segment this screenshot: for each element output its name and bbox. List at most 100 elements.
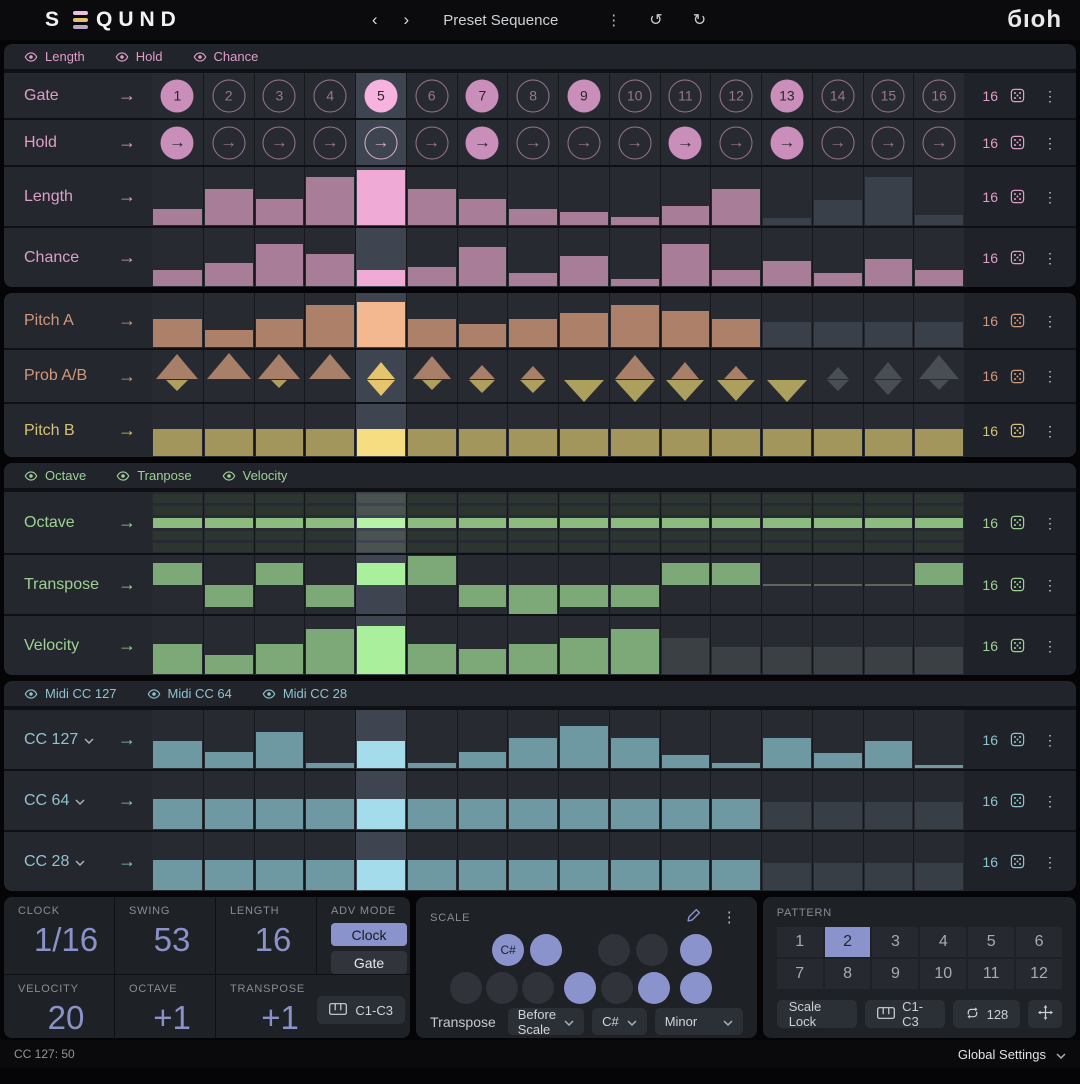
step-cell-pitch-b-4[interactable] (304, 404, 355, 457)
step-cell-chance-4[interactable] (304, 228, 355, 287)
step-cell-prob-ab-11[interactable] (660, 350, 711, 402)
step-cell-velocity-9[interactable] (558, 616, 609, 675)
step-cell-cc-64-16[interactable] (913, 771, 964, 830)
step-cell-hold-14[interactable]: → (812, 120, 863, 165)
step-cell-chance-10[interactable] (609, 228, 660, 287)
step-cell-velocity-13[interactable] (761, 616, 812, 675)
adv-mode-gate-button[interactable]: Gate (331, 951, 407, 974)
step-cell-chance-13[interactable] (761, 228, 812, 287)
step-cell-chance-15[interactable] (863, 228, 914, 287)
step-cell-transpose-12[interactable] (710, 555, 761, 614)
step-cell-cc-127-8[interactable] (507, 710, 558, 769)
step-cell-cc-64-15[interactable] (863, 771, 914, 830)
velocity-value[interactable]: 20 (18, 999, 114, 1037)
step-cell-length-2[interactable] (203, 167, 254, 226)
step-cell-cc-64-6[interactable] (406, 771, 457, 830)
step-cell-octave-4[interactable] (304, 492, 355, 553)
step-cell-transpose-13[interactable] (761, 555, 812, 614)
scale-edit-icon[interactable] (686, 907, 702, 928)
scale-dot-E[interactable] (522, 972, 554, 1004)
step-cell-pitch-a-4[interactable] (304, 293, 355, 348)
row-arrow-icon[interactable]: → (118, 851, 136, 872)
loop-count-button[interactable]: 128 (953, 1000, 1021, 1028)
step-cell-cc-127-12[interactable] (710, 710, 761, 769)
chip-midi-cc-64[interactable]: Midi CC 64 (147, 686, 232, 701)
row-arrow-icon[interactable]: → (118, 574, 136, 595)
pattern-7[interactable]: 7 (777, 959, 823, 989)
step-cell-transpose-16[interactable] (913, 555, 964, 614)
step-cell-cc-28-9[interactable] (558, 832, 609, 891)
scale-dot-As[interactable] (680, 934, 712, 966)
step-cell-hold-15[interactable]: → (863, 120, 914, 165)
preset-name[interactable]: Preset Sequence (443, 12, 558, 29)
row-menu-icon[interactable]: ⋮ (1037, 424, 1063, 438)
step-cell-cc-64-9[interactable] (558, 771, 609, 830)
step-cell-cc-28-2[interactable] (203, 832, 254, 891)
scale-lock-button[interactable]: Scale Lock (777, 1000, 857, 1028)
randomize-dice-icon[interactable] (1010, 189, 1025, 204)
step-cell-velocity-10[interactable] (609, 616, 660, 675)
step-cell-hold-2[interactable]: → (203, 120, 254, 165)
step-cell-length-6[interactable] (406, 167, 457, 226)
step-count[interactable]: 16 (982, 854, 998, 870)
randomize-dice-icon[interactable] (1010, 88, 1025, 103)
step-cell-transpose-14[interactable] (812, 555, 863, 614)
randomize-dice-icon[interactable] (1010, 313, 1025, 328)
row-menu-icon[interactable]: ⋮ (1037, 89, 1063, 103)
step-cell-gate-13[interactable]: 13 (761, 73, 812, 118)
step-cell-prob-ab-3[interactable] (254, 350, 305, 402)
pattern-5[interactable]: 5 (968, 927, 1014, 957)
step-count[interactable]: 16 (982, 135, 998, 151)
swing-param[interactable]: SWING 53 (115, 897, 215, 974)
row-menu-icon[interactable]: ⋮ (1037, 516, 1063, 530)
step-cell-pitch-b-5[interactable] (355, 404, 406, 457)
step-cell-cc-64-11[interactable] (660, 771, 711, 830)
step-cell-pitch-a-16[interactable] (913, 293, 964, 348)
step-cell-prob-ab-12[interactable] (710, 350, 761, 402)
chip-tranpose[interactable]: Tranpose (116, 468, 191, 483)
step-cell-octave-15[interactable] (863, 492, 914, 553)
step-cell-pitch-a-8[interactable] (507, 293, 558, 348)
step-count[interactable]: 16 (982, 250, 998, 266)
step-cell-length-16[interactable] (913, 167, 964, 226)
step-cell-hold-6[interactable]: → (406, 120, 457, 165)
step-cell-gate-16[interactable]: 16 (913, 73, 964, 118)
step-cell-hold-13[interactable]: → (761, 120, 812, 165)
step-cell-cc-64-8[interactable] (507, 771, 558, 830)
scale-dot-F[interactable] (564, 972, 596, 1004)
step-cell-cc-127-15[interactable] (863, 710, 914, 769)
step-cell-pitch-a-1[interactable] (152, 293, 203, 348)
step-cell-gate-15[interactable]: 15 (863, 73, 914, 118)
step-cell-cc-127-9[interactable] (558, 710, 609, 769)
row-arrow-icon[interactable]: → (118, 366, 136, 387)
step-count[interactable]: 16 (982, 88, 998, 104)
step-cell-cc-28-8[interactable] (507, 832, 558, 891)
global-settings-button[interactable]: Global Settings (958, 1047, 1066, 1062)
row-arrow-icon[interactable]: → (118, 247, 136, 268)
step-cell-length-9[interactable] (558, 167, 609, 226)
step-cell-length-8[interactable] (507, 167, 558, 226)
step-cell-cc-64-3[interactable] (254, 771, 305, 830)
step-cell-velocity-3[interactable] (254, 616, 305, 675)
randomize-dice-icon[interactable] (1010, 793, 1025, 808)
step-cell-pitch-b-13[interactable] (761, 404, 812, 457)
scale-dot-G[interactable] (601, 972, 633, 1004)
step-count[interactable]: 16 (982, 423, 998, 439)
redo-icon[interactable]: ↻ (685, 10, 714, 30)
step-cell-cc-28-16[interactable] (913, 832, 964, 891)
pattern-4[interactable]: 4 (920, 927, 966, 957)
step-cell-transpose-9[interactable] (558, 555, 609, 614)
pattern-11[interactable]: 11 (968, 959, 1014, 989)
step-cell-hold-16[interactable]: → (913, 120, 964, 165)
step-cell-gate-12[interactable]: 12 (710, 73, 761, 118)
row-menu-icon[interactable]: ⋮ (1037, 639, 1063, 653)
step-cell-cc-28-1[interactable] (152, 832, 203, 891)
key-range-button[interactable]: C1-C3 (865, 1000, 945, 1028)
row-arrow-icon[interactable]: → (118, 310, 136, 331)
step-cell-gate-2[interactable]: 2 (203, 73, 254, 118)
step-cell-octave-8[interactable] (507, 492, 558, 553)
step-cell-cc-28-15[interactable] (863, 832, 914, 891)
step-count[interactable]: 16 (982, 793, 998, 809)
step-cell-prob-ab-10[interactable] (609, 350, 660, 402)
step-cell-octave-11[interactable] (660, 492, 711, 553)
